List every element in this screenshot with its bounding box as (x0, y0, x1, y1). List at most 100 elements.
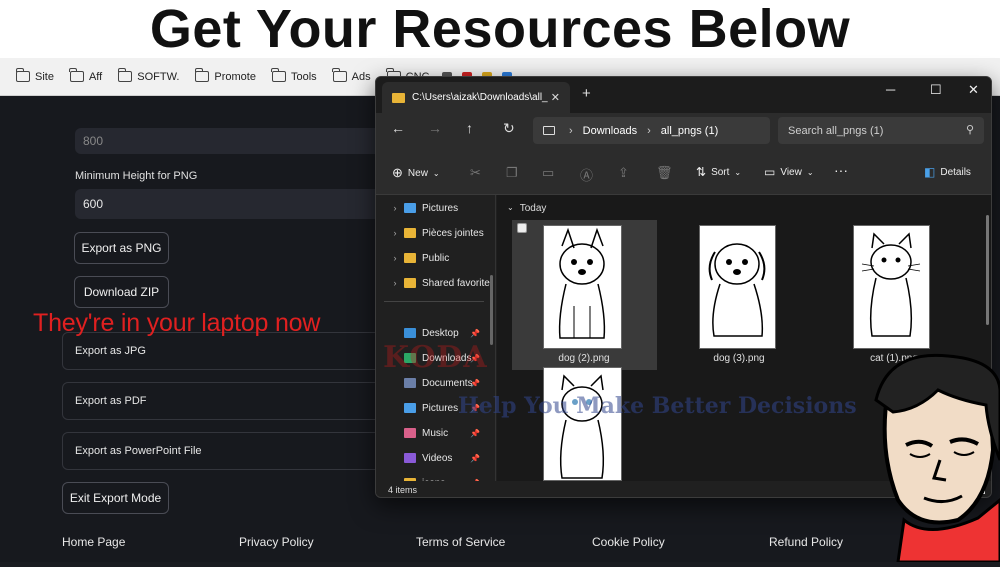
chevron-down-icon: ⌄ (432, 168, 440, 178)
item-count: 4 items (388, 485, 418, 495)
explorer-navbar: ← → ↑ ↻ › Downloads › all_pngs (1) Searc… (376, 113, 991, 153)
more-options-icon[interactable]: ··· (834, 162, 848, 178)
pin-icon: 📌 (470, 428, 480, 438)
view-button[interactable]: ▭ View ⌄ (764, 165, 814, 179)
chevron-right-icon: › (569, 124, 573, 137)
chevron-down-icon: ⌄ (507, 203, 514, 212)
file-thumbnail[interactable] (699, 225, 776, 349)
breadcrumb-downloads[interactable]: Downloads (583, 125, 637, 137)
nav-item-public[interactable]: › Public (376, 247, 494, 269)
chevron-right-icon[interactable]: › (386, 228, 404, 238)
forward-icon[interactable]: → (428, 120, 442, 136)
nav-item-pictures[interactable]: › Pictures (376, 197, 494, 219)
cat-drawing (861, 232, 921, 337)
details-pane-icon: ◧ (924, 165, 936, 179)
copy-icon[interactable]: ❐ (506, 165, 518, 181)
footer-home-link[interactable]: Home Page (62, 535, 125, 549)
footer-privacy-link[interactable]: Privacy Policy (239, 535, 314, 549)
bookmark-softw[interactable]: SOFTW. (110, 68, 187, 83)
export-ppt-section[interactable]: Export as PowerPoint File (62, 432, 392, 470)
nav-item-label: Videos (422, 452, 453, 464)
search-input[interactable]: Search all_pngs (1) ⚲ (778, 117, 984, 144)
footer-terms-link[interactable]: Terms of Service (416, 535, 505, 549)
command-bar: ⊕ New ⌄ ✂ ❐ ▭ Ⓐ ⇪ 🗑 ⇅ Sort ⌄ ▭ View ⌄ ··· ◧ Det… (376, 153, 991, 195)
bookmark-site[interactable]: Site (8, 68, 62, 83)
content-scrollbar[interactable] (986, 215, 989, 325)
nav-item-documents[interactable]: Documents 📌 (376, 372, 494, 394)
music-icon (404, 428, 416, 438)
folder-icon (332, 68, 347, 82)
min-height-input[interactable]: 600 (75, 189, 385, 219)
export-jpg-label: Export as JPG (75, 345, 146, 357)
up-icon[interactable]: ↑ (466, 120, 473, 136)
file-name[interactable]: dog (3).png (669, 353, 809, 364)
download-zip-button[interactable]: Download ZIP (74, 276, 169, 308)
export-pdf-section[interactable]: Export as PDF (62, 382, 392, 420)
nav-item-label: Documents (422, 377, 473, 389)
view-label: View (780, 166, 802, 178)
new-icon: ⊕ (392, 165, 403, 180)
banner-title: Get Your Resources Below (149, 0, 851, 59)
footer-refund-link[interactable]: Refund Policy (769, 535, 843, 549)
file-thumbnail[interactable] (543, 367, 622, 481)
desktop-icon (404, 328, 416, 338)
rename-icon[interactable]: Ⓐ (580, 165, 593, 184)
folder-icon (392, 92, 405, 103)
details-button[interactable]: ◧ Details (924, 165, 971, 179)
bookmark-promote[interactable]: Promote (187, 68, 264, 83)
folder-icon (194, 68, 210, 82)
group-header-today[interactable]: ⌄ Today (507, 203, 546, 214)
close-tab-icon[interactable]: ✕ (551, 91, 560, 104)
nav-item-pi-ces-jointes[interactable]: › Pièces jointes (376, 222, 494, 244)
nav-divider (384, 301, 484, 302)
delete-icon[interactable]: 🗑 (656, 165, 673, 181)
minimize-icon[interactable]: ─ (886, 82, 895, 97)
view-icon: ▭ (764, 165, 776, 179)
pin-icon: 📌 (470, 378, 480, 388)
maximize-icon[interactable]: ☐ (930, 82, 942, 98)
folder-icon (69, 68, 84, 82)
bookmark-tools[interactable]: Tools (264, 68, 325, 83)
group-header-label: Today (519, 203, 547, 214)
dog-drawing (558, 227, 606, 339)
chevron-right-icon[interactable]: › (386, 278, 404, 288)
export-png-button[interactable]: Export as PNG (74, 232, 169, 264)
close-window-icon[interactable]: ✕ (968, 82, 979, 98)
exit-export-button[interactable]: Exit Export Mode (62, 482, 169, 514)
chevron-right-icon[interactable]: › (386, 253, 404, 263)
refresh-icon[interactable]: ↻ (503, 120, 515, 137)
nav-item-shared-favorite[interactable]: › Shared favorite (376, 272, 494, 294)
paste-icon[interactable]: ▭ (542, 165, 554, 181)
top-input-field[interactable]: 800 (75, 128, 385, 154)
new-tab-icon[interactable]: + (582, 85, 591, 102)
details-label: Details (940, 166, 971, 178)
nav-item-label: Desktop (422, 327, 459, 339)
select-checkbox[interactable] (517, 223, 527, 233)
back-icon[interactable]: ← (391, 120, 405, 136)
cut-icon[interactable]: ✂ (470, 165, 481, 181)
file-name[interactable]: dog (2).png (514, 353, 654, 364)
pin-icon: 📌 (470, 453, 480, 463)
breadcrumb-all-pngs[interactable]: all_pngs (1) (661, 125, 718, 137)
folder-icon (271, 68, 286, 82)
chevron-right-icon[interactable]: › (386, 203, 404, 213)
nav-item-music[interactable]: Music 📌 (376, 422, 494, 444)
new-button[interactable]: ⊕ New ⌄ (392, 165, 440, 181)
footer-cookie-link[interactable]: Cookie Policy (592, 535, 665, 549)
chevron-down-icon: ⌄ (806, 167, 814, 177)
nav-item-videos[interactable]: Videos 📌 (376, 447, 494, 469)
min-height-value: 600 (83, 197, 104, 211)
sort-icon: ⇅ (696, 165, 707, 179)
share-icon[interactable]: ⇪ (618, 165, 629, 181)
bookmark-ads[interactable]: Ads (325, 68, 379, 83)
folder-icon (404, 278, 416, 288)
file-thumbnail[interactable] (853, 225, 930, 349)
sort-button[interactable]: ⇅ Sort ⌄ (696, 165, 741, 179)
video-banner: Get Your Resources Below (0, 0, 1000, 59)
address-bar[interactable]: › Downloads › all_pngs (1) (533, 117, 770, 144)
nav-item-label: Music (422, 427, 449, 439)
nav-scrollbar[interactable] (490, 275, 493, 345)
bookmark-label: SOFTW. (137, 70, 180, 83)
bookmark-aff[interactable]: Aff (62, 68, 110, 83)
explorer-tab[interactable]: C:\Users\aizak\Downloads\all_ ✕ (382, 82, 570, 113)
